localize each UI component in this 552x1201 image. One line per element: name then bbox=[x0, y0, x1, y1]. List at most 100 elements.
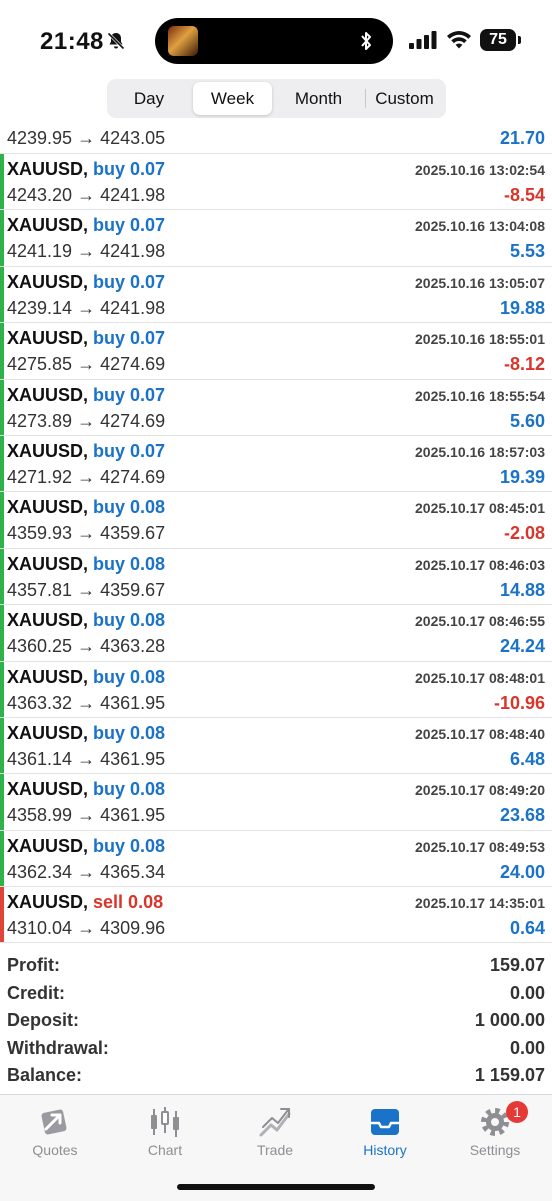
deal-datetime: 2025.10.17 08:48:01 bbox=[415, 669, 545, 686]
summary-balance-row: Balance: 1 159.07 bbox=[0, 1062, 552, 1090]
period-segmented-control: Day Week Month Custom bbox=[107, 79, 446, 118]
chart-icon bbox=[151, 1107, 179, 1137]
deal-side-bar bbox=[0, 548, 4, 605]
deal-datetime: 2025.10.16 13:05:07 bbox=[415, 274, 545, 291]
deal-row[interactable]: XAUUSD, buy 0.08 2025.10.17 08:46:03 4357.… bbox=[0, 548, 552, 606]
summary-value: 1 159.07 bbox=[474, 1065, 545, 1086]
deal-row[interactable]: XAUUSD, buy 0.08 2025.10.17 08:48:40 4361.… bbox=[0, 717, 552, 775]
deal-row[interactable]: XAUUSD, buy 0.08 2025.10.17 08:48:01 4363.… bbox=[0, 661, 552, 718]
bell-muted-icon bbox=[107, 32, 125, 50]
deal-profit: -2.08 bbox=[503, 523, 545, 544]
deal-action: buy 0.08 bbox=[93, 722, 166, 743]
deal-row[interactable]: XAUUSD, buy 0.08 2025.10.17 08:45:01 4359.… bbox=[0, 492, 552, 549]
deal-action: buy 0.07 bbox=[93, 328, 166, 349]
summary-credit-row: Credit: 0.00 bbox=[0, 980, 552, 1008]
tab-settings[interactable]: 1 Settings bbox=[440, 1101, 550, 1163]
deal-datetime: 2025.10.16 13:02:54 bbox=[415, 162, 545, 178]
deal-side-bar bbox=[0, 661, 4, 717]
deal-datetime: 2025.10.16 18:55:01 bbox=[415, 331, 545, 348]
deal-title: XAUUSD, buy 0.08 bbox=[7, 723, 165, 744]
deal-prices: 4243.20 → 4241.98 bbox=[7, 185, 166, 205]
deal-side-bar bbox=[0, 887, 4, 943]
deal-profit: 24.24 bbox=[499, 636, 545, 657]
tab-quotes[interactable]: Quotes bbox=[0, 1103, 110, 1163]
summary-withdrawal-row: Withdrawal: 0.00 bbox=[0, 1035, 552, 1063]
deal-action: buy 0.07 bbox=[93, 384, 166, 405]
segment-week[interactable]: Week bbox=[193, 82, 272, 115]
deal-row-partial[interactable]: 4239.95 → 4243.05 21.70 bbox=[0, 126, 552, 154]
deal-prices: 4275.85 → 4274.69 bbox=[7, 354, 166, 375]
deal-action: buy 0.07 bbox=[93, 271, 166, 292]
deal-symbol: XAUUSD, bbox=[7, 384, 89, 405]
deal-datetime: 2025.10.17 08:46:03 bbox=[415, 556, 545, 573]
deal-side-bar bbox=[0, 717, 4, 774]
summary-label: Credit: bbox=[7, 982, 65, 1003]
deal-datetime: 2025.10.17 08:46:55 bbox=[415, 613, 545, 630]
notification-badge: 1 bbox=[506, 1101, 528, 1123]
summary-value: 0.00 bbox=[509, 982, 545, 1003]
deal-symbol: XAUUSD, bbox=[7, 271, 89, 292]
deal-row[interactable]: XAUUSD, buy 0.07 2025.10.16 18:55:54 4273.… bbox=[0, 379, 552, 436]
deal-profit: -10.96 bbox=[493, 692, 545, 713]
deal-prices: 4239.95 → 4243.05 bbox=[7, 128, 166, 148]
deal-prices: 4241.19 → 4241.98 bbox=[7, 241, 166, 262]
deal-profit: 23.68 bbox=[499, 805, 545, 826]
deal-profit: 14.88 bbox=[499, 579, 545, 600]
deal-action: buy 0.08 bbox=[93, 779, 166, 800]
tab-trade[interactable]: Trade bbox=[220, 1103, 330, 1163]
deal-row[interactable]: XAUUSD, buy 0.07 2025.10.16 18:57:03 4271.… bbox=[0, 435, 552, 493]
deal-title: XAUUSD, buy 0.08 bbox=[7, 836, 165, 857]
deal-prices: 4362.34 → 4365.34 bbox=[7, 861, 166, 882]
deal-side-bar bbox=[0, 492, 4, 548]
deal-symbol: XAUUSD, bbox=[7, 553, 89, 574]
deal-title: XAUUSD, buy 0.07 bbox=[7, 272, 165, 293]
summary-deposit-row: Deposit: 1 000.00 bbox=[0, 1007, 552, 1035]
deal-row[interactable]: XAUUSD, buy 0.07 2025.10.16 13:04:08 4241.… bbox=[0, 210, 552, 267]
deal-row[interactable]: XAUUSD, buy 0.07 2025.10.16 18:55:01 4275.… bbox=[0, 323, 552, 380]
summary-label: Balance: bbox=[7, 1065, 83, 1086]
deal-datetime: 2025.10.17 08:48:40 bbox=[415, 725, 545, 742]
segment-custom[interactable]: Custom bbox=[366, 82, 443, 115]
deal-prices: 4363.32 → 4361.95 bbox=[7, 692, 166, 713]
deal-row[interactable]: XAUUSD, buy 0.08 2025.10.17 08:46:55 4360.… bbox=[0, 605, 552, 662]
deal-prices: 4271.92 → 4274.69 bbox=[7, 466, 166, 487]
deal-action: buy 0.08 bbox=[93, 666, 166, 687]
summary-value: 0.00 bbox=[509, 1037, 545, 1058]
deal-side-bar bbox=[0, 323, 4, 379]
deal-profit: -8.12 bbox=[503, 354, 545, 375]
deal-profit: 19.39 bbox=[499, 466, 545, 487]
tab-chart[interactable]: Chart bbox=[110, 1103, 220, 1163]
deal-row[interactable]: XAUUSD, buy 0.08 2025.10.17 08:49:53 4362.… bbox=[0, 830, 552, 888]
deal-datetime: 2025.10.17 08:45:01 bbox=[415, 500, 545, 517]
deal-action: buy 0.08 bbox=[93, 610, 166, 631]
tab-history[interactable]: History bbox=[330, 1103, 440, 1163]
deal-title: XAUUSD, buy 0.07 bbox=[7, 328, 165, 349]
deal-row[interactable]: XAUUSD, sell 0.08 2025.10.17 14:35:01 4310… bbox=[0, 887, 552, 944]
deal-title: XAUUSD, buy 0.07 bbox=[7, 441, 165, 462]
deal-title: XAUUSD, buy 0.07 bbox=[7, 159, 165, 180]
status-time: 21:48 bbox=[40, 28, 104, 55]
deal-profit: 24.00 bbox=[499, 861, 545, 882]
deal-title: XAUUSD, sell 0.08 bbox=[7, 892, 163, 913]
deal-prices: 4273.89 → 4274.69 bbox=[7, 410, 166, 431]
deal-symbol: XAUUSD, bbox=[7, 215, 89, 236]
deal-row[interactable]: XAUUSD, buy 0.08 2025.10.17 08:49:20 4358.… bbox=[0, 774, 552, 831]
segment-day[interactable]: Day bbox=[110, 82, 188, 115]
tab-label: Settings bbox=[469, 1142, 521, 1158]
deal-prices: 4359.93 → 4359.67 bbox=[7, 523, 166, 544]
segment-month[interactable]: Month bbox=[277, 82, 360, 115]
deal-symbol: XAUUSD, bbox=[7, 159, 89, 179]
now-playing-artwork bbox=[168, 26, 198, 56]
deal-row[interactable]: XAUUSD, buy 0.07 2025.10.16 13:02:54 4243.… bbox=[0, 154, 552, 211]
deal-symbol: XAUUSD, bbox=[7, 328, 89, 349]
deal-symbol: XAUUSD, bbox=[7, 497, 89, 518]
summary-label: Withdrawal: bbox=[7, 1037, 109, 1058]
deal-title: XAUUSD, buy 0.07 bbox=[7, 385, 165, 406]
deal-datetime: 2025.10.17 14:35:01 bbox=[415, 895, 545, 912]
deal-side-bar bbox=[0, 379, 4, 435]
account-summary: Profit: 159.07 Credit: 0.00 Deposit: 1 0… bbox=[0, 952, 552, 1090]
deal-row[interactable]: XAUUSD, buy 0.07 2025.10.16 13:05:07 4239.… bbox=[0, 266, 552, 324]
deal-datetime: 2025.10.17 08:49:53 bbox=[415, 838, 545, 855]
tab-label: Quotes bbox=[32, 1142, 78, 1158]
deal-symbol: XAUUSD, bbox=[7, 722, 89, 743]
